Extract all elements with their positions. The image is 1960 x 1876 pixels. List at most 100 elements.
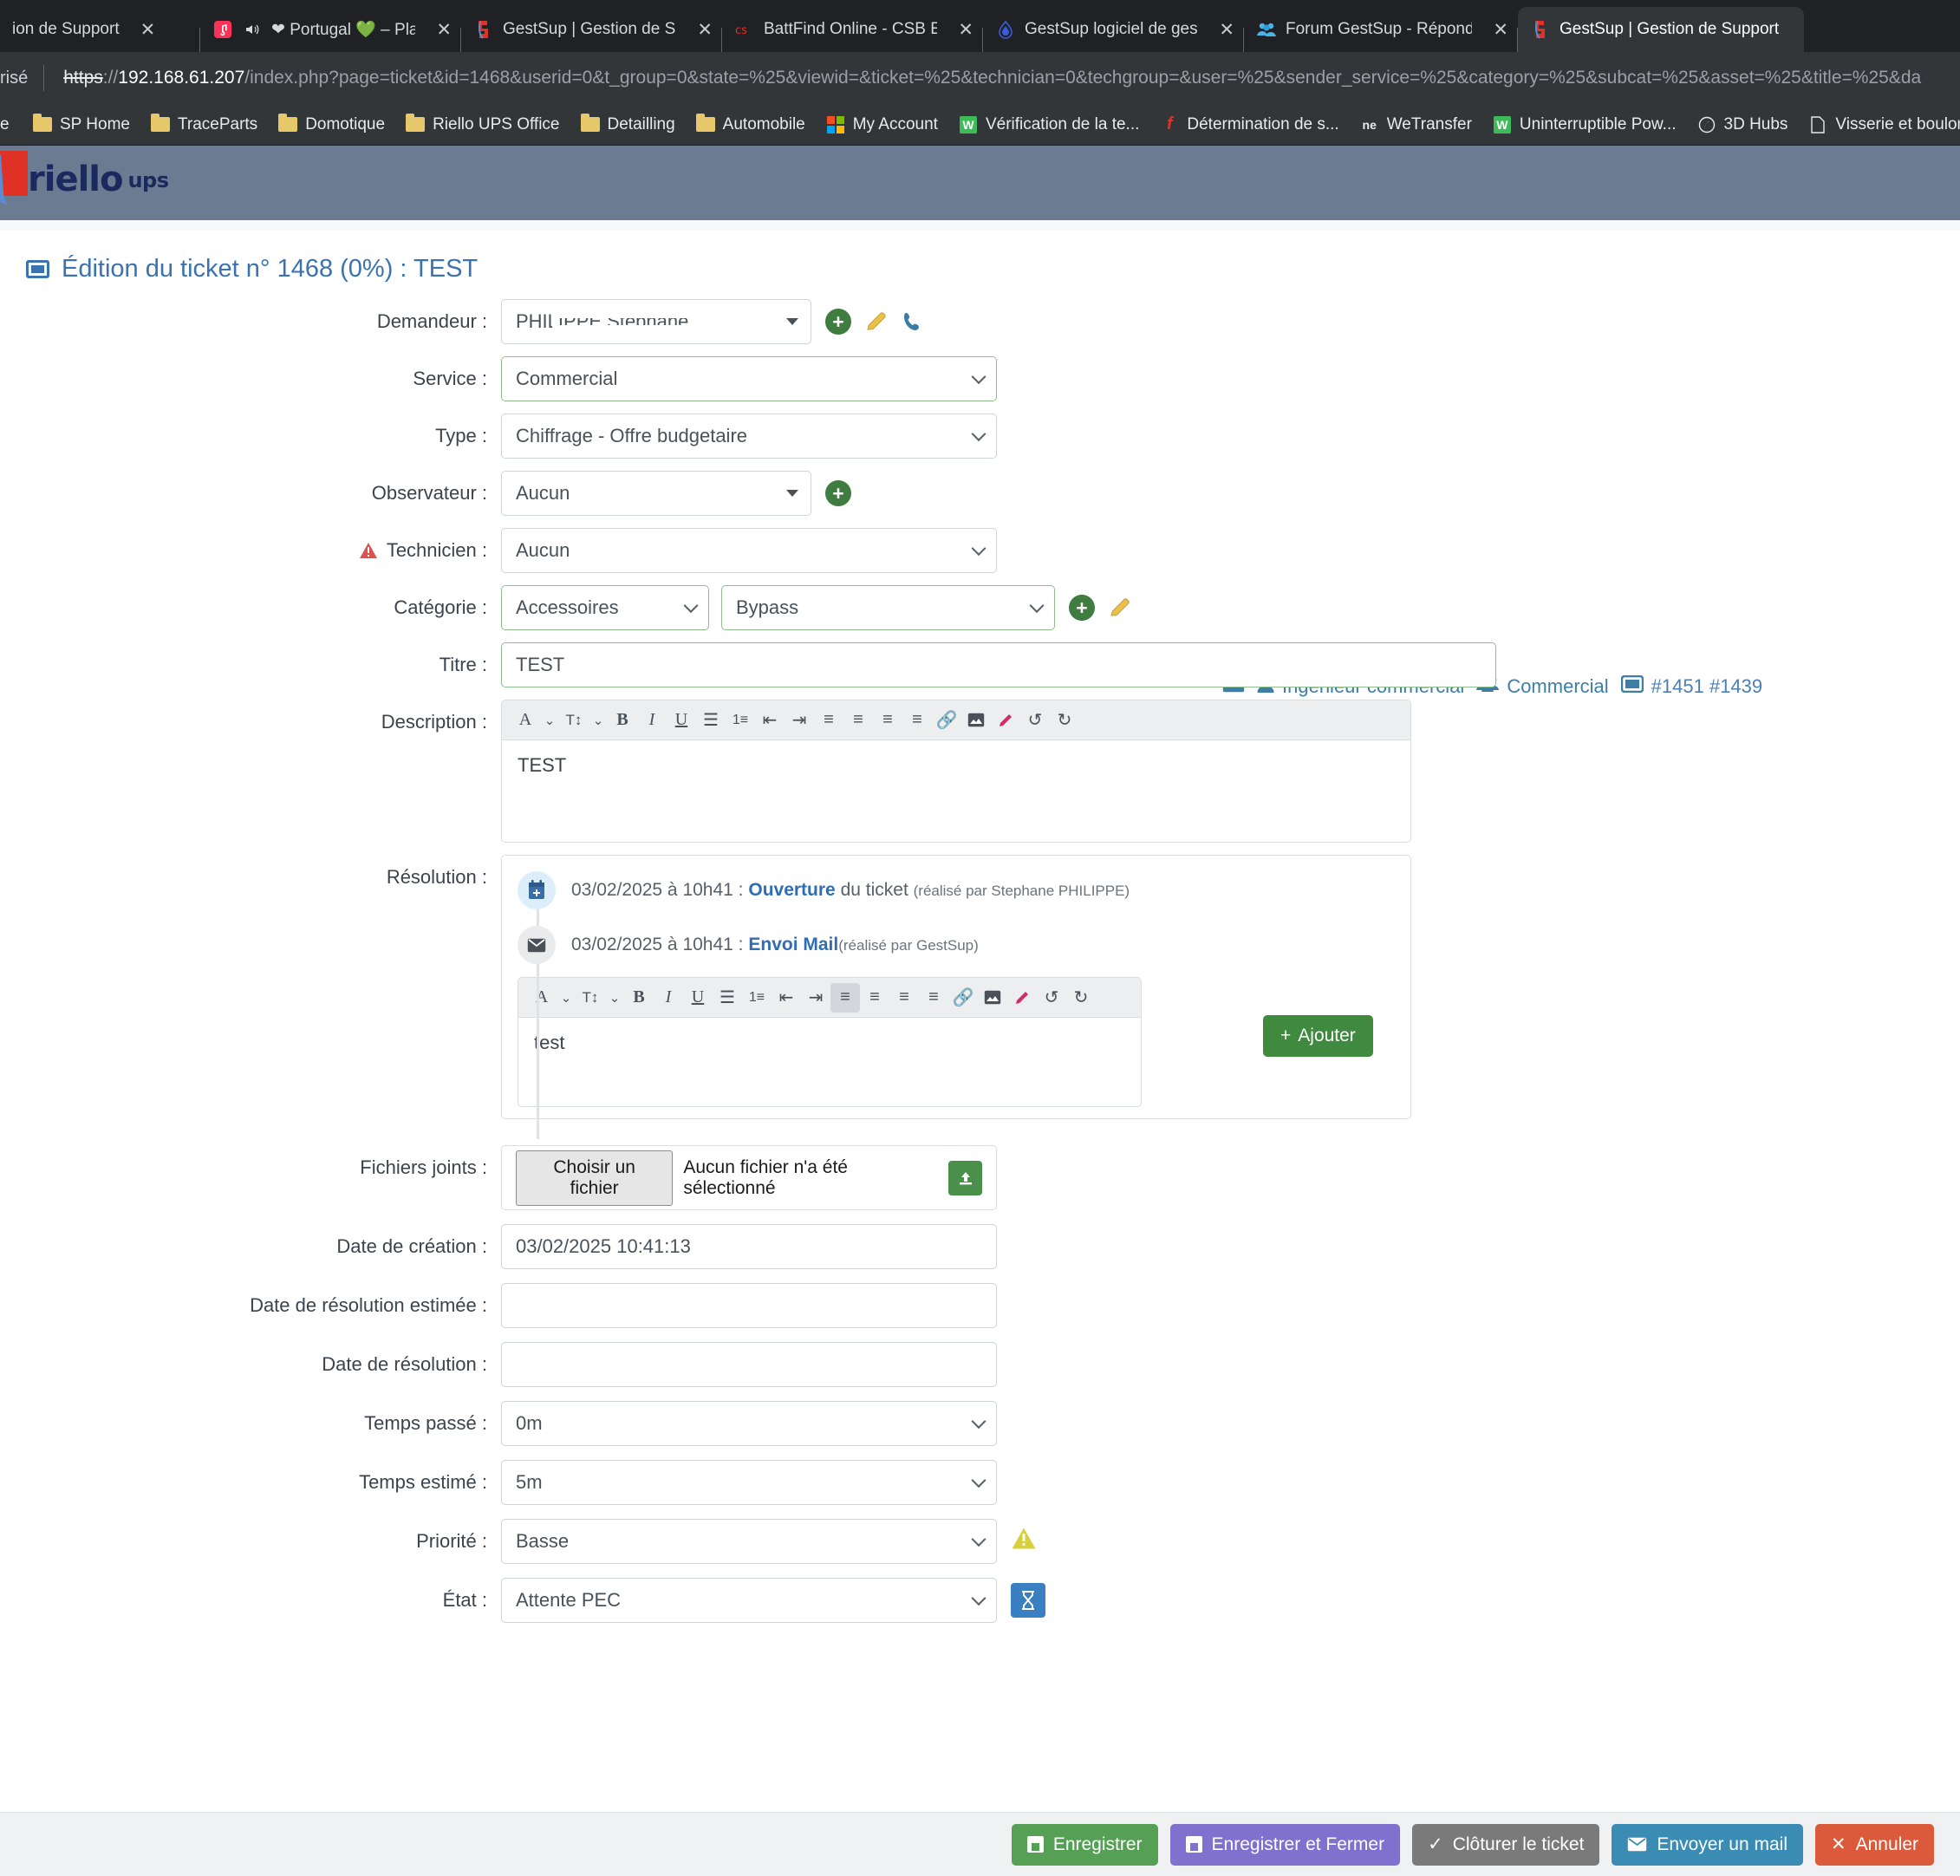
highlighter-icon[interactable] <box>1007 983 1037 1013</box>
align-center-icon[interactable]: ≡ <box>860 983 889 1013</box>
description-editor-body[interactable]: TEST <box>502 740 1410 791</box>
tab-close-icon[interactable]: ✕ <box>1493 19 1508 41</box>
undo-icon[interactable]: ↺ <box>1037 983 1066 1013</box>
bookmark-item-wetransfer[interactable]: ne WeTransfer <box>1350 115 1482 134</box>
add-observateur-button[interactable]: + <box>825 480 851 506</box>
subcategorie-select[interactable]: Bypass <box>721 585 1055 630</box>
choose-file-button[interactable]: Choisir un fichier <box>516 1150 674 1206</box>
service-select[interactable]: Commercial <box>501 356 997 401</box>
underline-icon[interactable]: U <box>667 706 696 735</box>
temps-passe-select[interactable]: 0m <box>501 1401 997 1446</box>
riello-ups-logo[interactable]: riello ups <box>0 151 169 197</box>
indent-icon[interactable]: ⇥ <box>801 983 830 1013</box>
add-resolution-button[interactable]: + Ajouter <box>1263 1015 1373 1057</box>
browser-tab[interactable]: Forum GestSup - Répondre ✕ <box>1244 7 1517 52</box>
hourglass-icon[interactable] <box>1011 1583 1045 1618</box>
undo-icon[interactable]: ↺ <box>1020 706 1050 735</box>
align-justify-icon[interactable]: ≡ <box>919 983 948 1013</box>
bookmark-item-domotique[interactable]: Domotique <box>268 114 395 134</box>
bullet-list-icon[interactable]: ☰ <box>696 706 726 735</box>
browser-tab[interactable]: GestSup logiciel de gestion de tic ✕ <box>983 7 1243 52</box>
date-res-estimee-input[interactable] <box>501 1283 997 1328</box>
browser-tab-active[interactable]: GestSup | Gestion de Support <box>1518 7 1804 52</box>
bookmark-item-3d-hubs[interactable]: 3D Hubs <box>1687 115 1799 134</box>
bookmark-item-traceparts[interactable]: TraceParts <box>140 114 268 134</box>
bookmark-item-riello-ups-office[interactable]: Riello UPS Office <box>395 114 570 134</box>
edit-user-button[interactable] <box>865 310 888 333</box>
chevron-down-icon[interactable]: ⌄ <box>589 706 608 735</box>
tab-close-icon[interactable]: ✕ <box>436 19 452 41</box>
outdent-icon[interactable]: ⇤ <box>772 983 801 1013</box>
bullet-list-icon[interactable]: ☰ <box>713 983 742 1013</box>
redo-icon[interactable]: ↻ <box>1050 706 1079 735</box>
link-icon[interactable]: 🔗 <box>932 706 961 735</box>
cancel-button[interactable]: ✕ Annuler <box>1815 1823 1934 1866</box>
tab-close-icon[interactable]: ✕ <box>697 19 713 41</box>
font-color-icon[interactable]: A <box>527 983 557 1013</box>
bookmark-item-automobile[interactable]: Automobile <box>686 114 816 134</box>
bookmark-item-verification[interactable]: W Vérification de la te... <box>948 115 1149 134</box>
tab-close-icon[interactable]: ✕ <box>958 19 973 41</box>
browser-tab[interactable]: ion de Support ✕ <box>0 7 199 52</box>
indent-icon[interactable]: ⇥ <box>785 706 814 735</box>
add-user-button[interactable]: + <box>825 309 851 335</box>
browser-tab[interactable]: cs BattFind Online - CSB Energy Tech ✕ <box>722 7 982 52</box>
upload-button[interactable] <box>948 1160 982 1195</box>
font-color-icon[interactable]: A <box>511 706 540 735</box>
font-size-icon[interactable]: T↕ <box>576 983 605 1013</box>
browser-tab[interactable]: ❤ Portugal 💚 – Playlist – Ap ✕ <box>200 7 460 52</box>
save-and-close-button[interactable]: Enregistrer et Fermer <box>1169 1823 1401 1866</box>
align-right-icon[interactable]: ≡ <box>873 706 902 735</box>
italic-icon[interactable]: I <box>654 983 683 1013</box>
chevron-down-icon[interactable]: ⌄ <box>557 983 576 1013</box>
add-categorie-button[interactable]: + <box>1069 595 1095 621</box>
call-user-button[interactable] <box>902 310 924 333</box>
technicien-select[interactable]: Aucun <box>501 528 997 573</box>
resolution-editor[interactable]: A ⌄ T↕ ⌄ B I U ☰ 1≡ ⇤ ⇥ ≡ ≡ ≡ ≡ 🔗 ↺ ↻ te… <box>518 977 1142 1107</box>
demandeur-select[interactable]: PHILIPPE Stephane <box>501 299 811 344</box>
highlighter-icon[interactable] <box>991 706 1020 735</box>
type-select[interactable]: Chiffrage - Offre budgetaire <box>501 414 997 459</box>
bookmark-item-detailling[interactable]: Detailling <box>570 114 686 134</box>
bookmark-item-determination[interactable]: f Détermination de s... <box>1149 114 1349 134</box>
bookmark-item-sp-home[interactable]: SP Home <box>23 114 140 134</box>
bookmark-item-uninterruptible[interactable]: W Uninterruptible Pow... <box>1482 115 1687 134</box>
link-icon[interactable]: 🔗 <box>948 983 978 1013</box>
date-resolution-input[interactable] <box>501 1342 997 1387</box>
edit-categorie-button[interactable] <box>1109 596 1131 619</box>
priorite-select[interactable]: Basse <box>501 1519 997 1564</box>
bookmark-item[interactable]: e <box>0 115 23 134</box>
save-button[interactable]: Enregistrer <box>1011 1823 1158 1866</box>
chevron-down-icon[interactable]: ⌄ <box>605 983 624 1013</box>
image-icon[interactable] <box>978 983 1007 1013</box>
align-right-icon[interactable]: ≡ <box>889 983 919 1013</box>
bold-icon[interactable]: B <box>608 706 637 735</box>
omnibox[interactable]: risé https://192.168.61.207/index.php?pa… <box>0 52 1960 104</box>
italic-icon[interactable]: I <box>637 706 667 735</box>
redo-icon[interactable]: ↻ <box>1066 983 1096 1013</box>
numbered-list-icon[interactable]: 1≡ <box>742 983 772 1013</box>
tab-close-icon[interactable]: ✕ <box>140 19 156 41</box>
align-left-icon[interactable]: ≡ <box>830 982 860 1013</box>
numbered-list-icon[interactable]: 1≡ <box>726 706 755 735</box>
chevron-down-icon[interactable]: ⌄ <box>540 706 559 735</box>
image-icon[interactable] <box>961 706 991 735</box>
bold-icon[interactable]: B <box>624 983 654 1013</box>
temps-estime-select[interactable]: 5m <box>501 1460 997 1505</box>
description-editor[interactable]: A ⌄ T↕ ⌄ B I U ☰ 1≡ ⇤ ⇥ ≡ ≡ ≡ ≡ 🔗 ↺ ↻ TE… <box>501 700 1411 843</box>
etat-select[interactable]: Attente PEC <box>501 1578 997 1623</box>
outdent-icon[interactable]: ⇤ <box>755 706 785 735</box>
align-left-icon[interactable]: ≡ <box>814 706 843 735</box>
date-creation-input[interactable]: 03/02/2025 10:41:13 <box>501 1224 997 1269</box>
bookmark-item-my-account[interactable]: My Account <box>816 115 948 134</box>
font-size-icon[interactable]: T↕ <box>559 706 589 735</box>
observateur-select[interactable]: Aucun <box>501 471 811 516</box>
categorie-select[interactable]: Accessoires <box>501 585 709 630</box>
send-mail-button[interactable]: Envoyer un mail <box>1612 1823 1803 1866</box>
related-tickets[interactable]: #1451 #1439 <box>1620 674 1762 698</box>
titre-input[interactable]: TEST <box>501 642 1496 687</box>
resolution-editor-body[interactable]: test <box>518 1018 1141 1068</box>
underline-icon[interactable]: U <box>683 983 713 1013</box>
align-center-icon[interactable]: ≡ <box>843 706 873 735</box>
browser-tab[interactable]: GestSup | Gestion de Support ✕ <box>461 7 721 52</box>
